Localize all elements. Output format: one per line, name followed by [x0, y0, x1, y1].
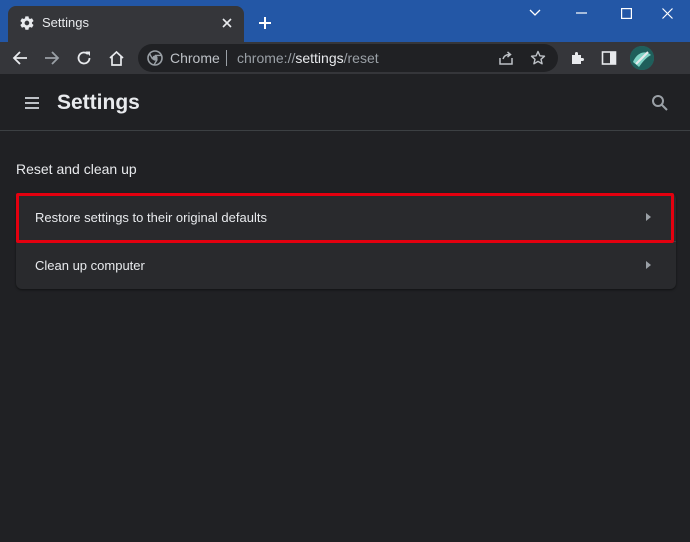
page-title: Settings [57, 91, 140, 114]
minimize-icon [575, 12, 587, 14]
arrow-right-icon [45, 51, 60, 65]
chrome-logo-icon [147, 50, 163, 66]
close-icon[interactable] [218, 14, 236, 32]
address-bar[interactable]: Chrome chrome://settings/reset [138, 44, 558, 72]
omnibox-separator [226, 50, 227, 66]
url-path: /reset [343, 50, 379, 66]
title-bar: Settings [0, 0, 690, 42]
arrow-right-icon [646, 213, 651, 221]
forward-button[interactable] [40, 46, 64, 70]
extensions-button[interactable] [565, 46, 589, 70]
tab-title: Settings [42, 15, 89, 30]
hamburger-menu-icon[interactable] [22, 93, 42, 113]
back-button[interactable] [8, 46, 32, 70]
url-scheme: chrome:// [237, 50, 296, 66]
minimize-button[interactable] [558, 0, 604, 26]
search-icon[interactable] [650, 93, 670, 113]
side-panel-icon [601, 51, 617, 65]
new-tab-button[interactable] [254, 12, 276, 34]
gear-icon [20, 16, 34, 30]
clean-up-computer-label: Clean up computer [35, 258, 145, 273]
chevron-down-icon [529, 9, 541, 16]
close-window-button[interactable] [644, 0, 690, 26]
reset-card: Restore settings to their original defau… [16, 193, 676, 289]
star-icon [530, 50, 546, 65]
browser-toolbar: Chrome chrome://settings/reset [0, 42, 690, 74]
share-button[interactable] [494, 46, 518, 70]
tab-search-button[interactable] [512, 0, 558, 26]
site-chip-label: Chrome [170, 50, 220, 66]
bookmark-button[interactable] [526, 46, 550, 70]
maximize-button[interactable] [603, 0, 649, 26]
side-panel-button[interactable] [597, 46, 621, 70]
restore-defaults-row[interactable]: Restore settings to their original defau… [16, 193, 676, 242]
plus-icon [259, 17, 271, 29]
tab-settings[interactable]: Settings [8, 6, 244, 42]
section-title: Reset and clean up [16, 161, 137, 177]
clean-up-computer-row[interactable]: Clean up computer [16, 241, 676, 289]
arrow-right-icon [646, 261, 651, 269]
avatar-image [630, 46, 654, 70]
url-host: settings [295, 50, 344, 66]
reload-icon [77, 51, 91, 65]
restore-defaults-label: Restore settings to their original defau… [35, 210, 267, 225]
home-button[interactable] [104, 46, 128, 70]
close-icon [661, 7, 673, 19]
reload-button[interactable] [72, 46, 96, 70]
maximize-icon [620, 7, 632, 19]
share-icon [499, 51, 513, 65]
url-text: chrome://settings/reset [237, 50, 379, 66]
home-icon [108, 50, 124, 66]
arrow-left-icon [12, 51, 27, 65]
settings-header: Settings [0, 74, 690, 131]
puzzle-icon [572, 52, 584, 64]
profile-avatar[interactable] [630, 46, 654, 70]
